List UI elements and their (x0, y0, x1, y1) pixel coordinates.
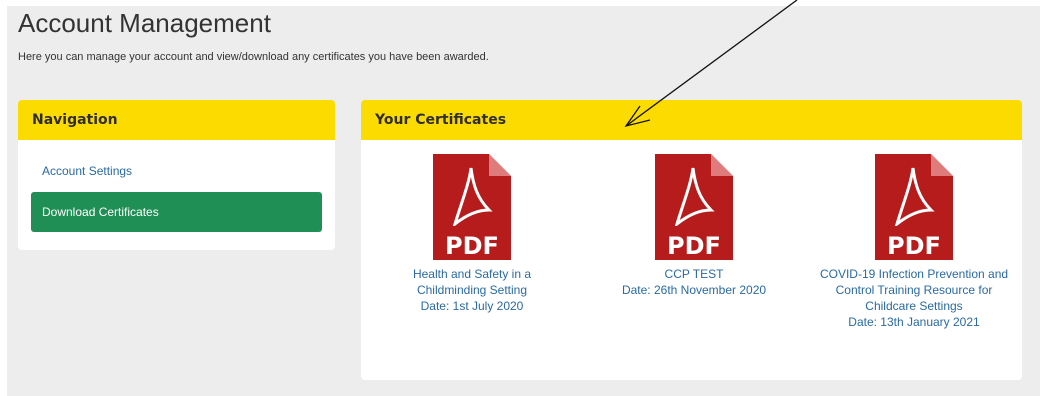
pdf-label: PDF (667, 232, 721, 260)
pdf-file-icon: PDF (655, 154, 733, 260)
pdf-label: PDF (887, 232, 941, 260)
page-title: Account Management (18, 8, 271, 38)
navigation-header: Navigation (18, 100, 335, 140)
nav-download-certificates[interactable]: Download Certificates (31, 192, 322, 232)
page-intro: Here you can manage your account and vie… (18, 51, 489, 63)
navigation-heading: Navigation (32, 112, 118, 128)
certificate-item[interactable]: PDF Health and Safety in a Childminding … (361, 154, 587, 314)
pdf-file-icon: PDF (433, 154, 511, 260)
certificate-date: Date: 13th January 2021 (848, 315, 980, 329)
nav-account-settings[interactable]: Account Settings (31, 156, 322, 186)
certificate-item[interactable]: PDF COVID-19 Infection Prevention and Co… (799, 154, 1022, 330)
certificate-date: Date: 26th November 2020 (621, 283, 767, 297)
pdf-label: PDF (445, 232, 499, 260)
certificate-name: Health and Safety in a Childminding Sett… (412, 267, 532, 297)
certificates-heading: Your Certificates (375, 112, 507, 128)
certificate-name: COVID-19 Infection Prevention and Contro… (819, 267, 1009, 313)
certificates-header: Your Certificates (361, 100, 1022, 140)
certificate-name: CCP TEST (664, 267, 724, 281)
pdf-file-icon: PDF (875, 154, 953, 260)
certificates-panel: Your Certificates PDF Health and Safety … (361, 100, 1022, 380)
navigation-panel: Navigation Account Settings Download Cer… (18, 100, 335, 250)
certificate-date: Date: 1st July 2020 (420, 299, 524, 313)
navigation-list: Account Settings Download Certificates (18, 140, 335, 232)
certificate-item[interactable]: PDF CCP TEST Date: 26th November 2020 (579, 154, 809, 298)
